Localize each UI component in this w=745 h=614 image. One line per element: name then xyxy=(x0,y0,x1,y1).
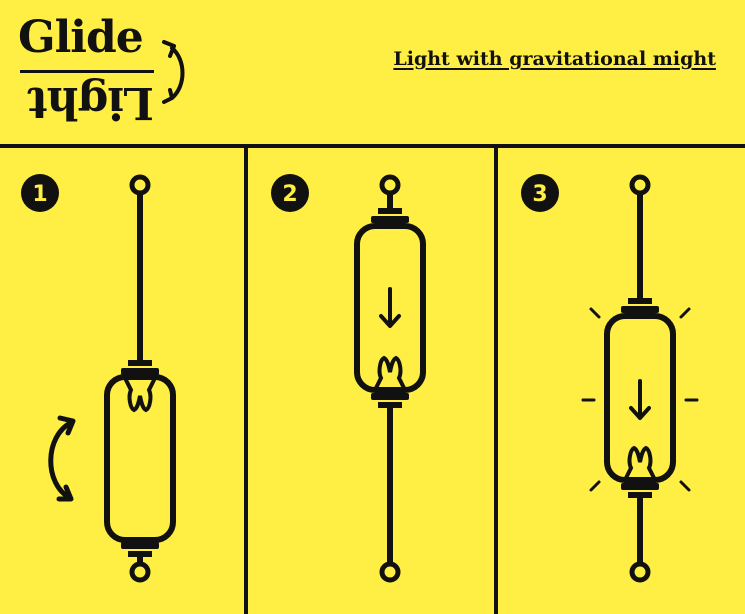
filament xyxy=(624,445,656,480)
panel-step-2: 2 xyxy=(271,174,426,583)
svg-text:3: 3 xyxy=(532,182,547,207)
panel-divider-1 xyxy=(244,148,248,614)
cord-bottom xyxy=(387,408,393,564)
step-number-badge-3: 3 xyxy=(521,174,559,212)
hanging-ring-top xyxy=(129,174,151,196)
down-arrow-icon xyxy=(379,287,401,328)
hanging-ring-top xyxy=(379,174,401,196)
hanging-ring-top xyxy=(629,174,651,196)
rotate-arrow-icon xyxy=(48,415,76,502)
hanging-ring-bottom xyxy=(629,561,651,583)
step-number-badge-1: 1 xyxy=(21,174,59,212)
step-number-badge-2: 2 xyxy=(271,174,309,212)
panel-step-3: 3 xyxy=(521,174,699,583)
flip-arrow-icon xyxy=(162,40,185,104)
header-divider xyxy=(0,144,745,148)
panel-step-1: 1 xyxy=(21,174,176,583)
cord-top xyxy=(137,192,143,362)
tagline: Light with gravitational might xyxy=(393,48,716,70)
filament xyxy=(374,355,406,390)
filament xyxy=(124,378,156,413)
diagram-canvas: 1 2 3 xyxy=(0,40,745,614)
panel-divider-2 xyxy=(494,148,498,614)
cord-top xyxy=(637,192,643,298)
svg-text:1: 1 xyxy=(32,182,47,207)
cord-bottom xyxy=(637,498,643,564)
hanging-ring-bottom xyxy=(129,561,151,583)
infographic: Glide Light 1 2 3 Light with gravitation… xyxy=(0,0,745,614)
svg-text:2: 2 xyxy=(282,182,297,207)
down-arrow-icon xyxy=(629,379,651,420)
hanging-ring-bottom xyxy=(379,561,401,583)
